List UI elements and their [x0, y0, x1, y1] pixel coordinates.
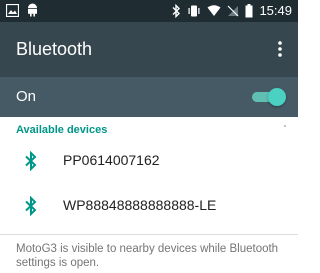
page-title: Bluetooth [16, 39, 93, 59]
app-bar: Bluetooth [0, 22, 298, 77]
clock: 15:49 [259, 3, 292, 18]
device-name: PP0614007162 [63, 152, 160, 168]
device-list-panel: Available devices PP0614007162 WP8884888… [0, 117, 298, 273]
battery-icon [245, 4, 253, 18]
toggle-label: On [16, 88, 37, 105]
wifi-icon [207, 5, 221, 16]
divider [0, 234, 298, 235]
list-item-device[interactable]: WP88848888888888-LE [0, 184, 298, 228]
bluetooth-toggle-row[interactable]: On [0, 77, 298, 117]
visibility-note: MotoG3 is visible to nearby devices whil… [16, 243, 279, 269]
section-header-available-devices: Available devices [16, 124, 108, 136]
status-bar: 15:49 [0, 0, 298, 22]
no-signal-icon [228, 5, 239, 17]
gallery-icon [6, 3, 19, 17]
switch-thumb [268, 88, 286, 106]
bluetooth-icon [172, 4, 181, 18]
device-name: WP88848888888888-LE [63, 197, 217, 213]
list-item-device[interactable]: PP0614007162 [0, 139, 298, 183]
bluetooth-icon [25, 196, 37, 216]
progress-indicator [284, 125, 286, 127]
bluetooth-icon [25, 151, 37, 171]
more-vert-icon[interactable] [274, 37, 286, 61]
android-icon [28, 3, 37, 17]
vibrate-icon [188, 5, 200, 17]
bluetooth-switch[interactable] [250, 86, 286, 108]
